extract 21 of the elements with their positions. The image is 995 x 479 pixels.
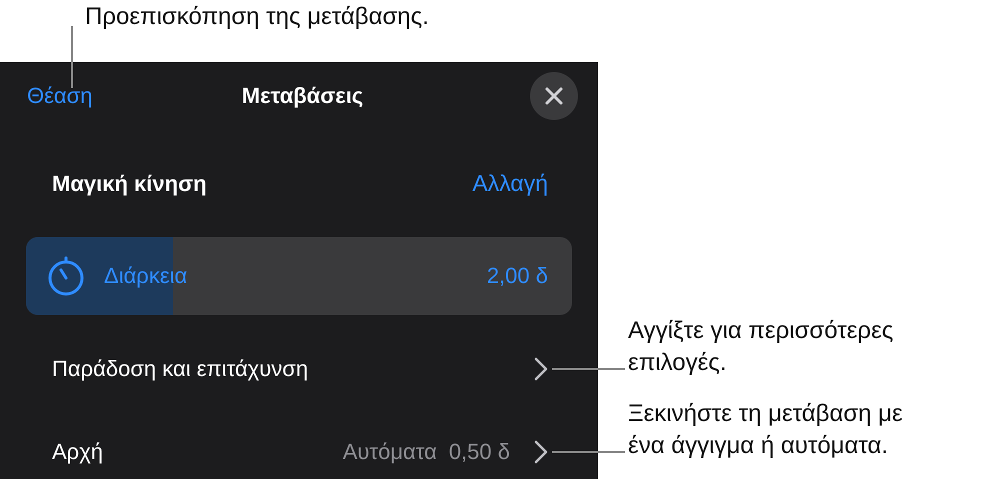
- settings-row[interactable]: Αρχή Αυτόματα 0,50 δ: [0, 423, 598, 479]
- duration-slider[interactable]: Διάρκεια 2,00 δ: [26, 237, 572, 315]
- row-value: Αυτόματα: [342, 439, 437, 465]
- duration-label: Διάρκεια: [104, 263, 188, 289]
- close-button[interactable]: [530, 72, 578, 120]
- leader-line: [71, 26, 73, 88]
- callout-text: Προεπισκόπηση της μετάβασης.: [85, 2, 429, 32]
- chevron-icon: [534, 440, 548, 464]
- duration-value: 2,00 δ: [486, 263, 548, 289]
- settings-row[interactable]: Παράδοση και επιτάχυνση: [0, 315, 598, 423]
- callout-text: Ξεκινήστε τη μετάβαση με ένα άγγιγμα ή αυτόματα.: [628, 399, 903, 461]
- row-label: Αρχή: [52, 439, 104, 465]
- chevron-icon: [534, 357, 548, 381]
- row-value: 0,50 δ: [448, 439, 510, 465]
- view-button[interactable]: Θέαση: [27, 83, 92, 109]
- callout-text: Αγγίξτε για περισσότερες επιλογές.: [628, 316, 894, 378]
- transition-name: Μαγική κίνηση: [52, 170, 207, 196]
- panel-title: Μεταβάσεις: [242, 83, 364, 109]
- row-label: Παράδοση και επιτάχυνση: [52, 356, 310, 382]
- close-icon: [544, 86, 564, 106]
- change-button[interactable]: Αλλαγή: [472, 170, 548, 197]
